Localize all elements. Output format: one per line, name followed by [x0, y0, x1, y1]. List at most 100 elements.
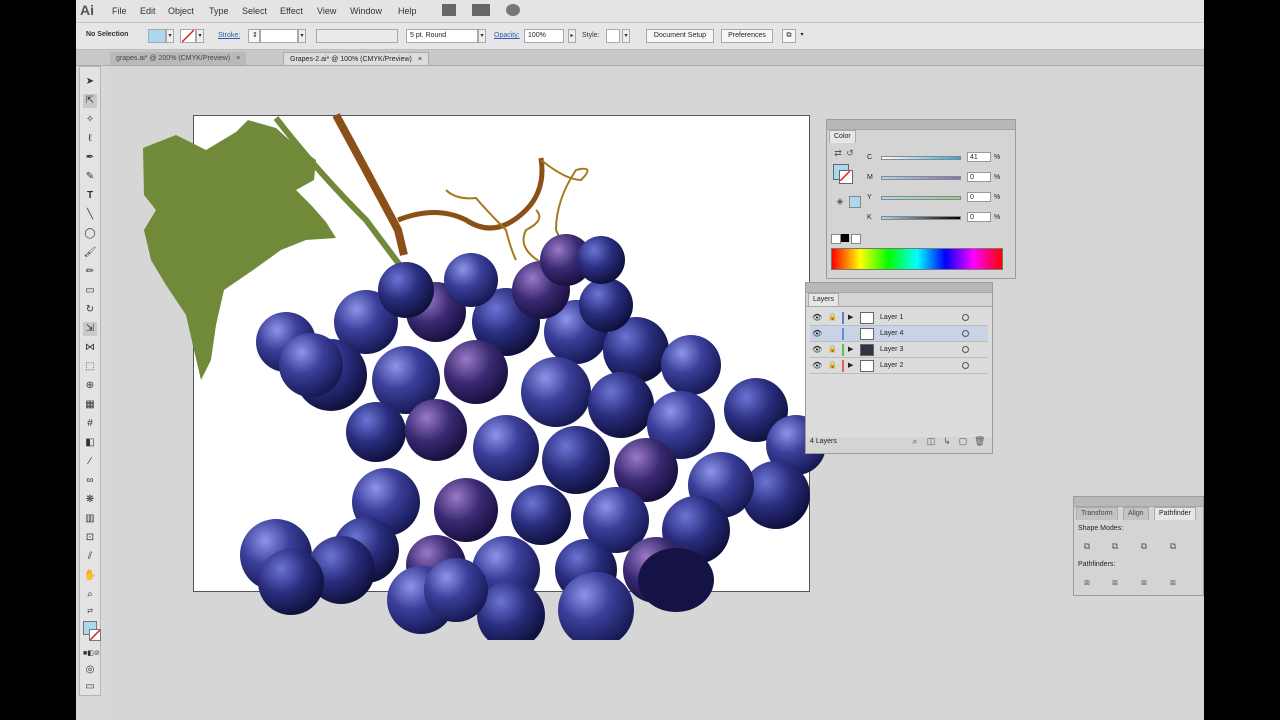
minus-front-icon[interactable]: ⧉ — [1110, 541, 1120, 551]
unite-icon[interactable]: ⧉ — [1082, 541, 1092, 551]
expand-triangle-icon[interactable]: ▶ — [848, 313, 853, 321]
lock-icon[interactable]: 🔒 — [828, 313, 837, 321]
free-transform-tool-icon[interactable]: ⬚ — [83, 360, 97, 374]
expand-triangle-icon[interactable]: ▶ — [848, 345, 853, 353]
yellow-slider[interactable] — [881, 196, 961, 200]
merge-icon[interactable]: ⧈ — [1139, 577, 1149, 587]
intersect-icon[interactable]: ⧉ — [1139, 541, 1149, 551]
stroke-label[interactable]: Stroke: — [218, 32, 240, 39]
bridge-icon[interactable] — [442, 4, 456, 16]
layer-name[interactable]: Layer 2 — [880, 362, 903, 369]
color-panel-titlebar[interactable] — [827, 120, 1015, 130]
blend-tool-icon[interactable]: ∞ — [83, 474, 97, 488]
column-graph-tool-icon[interactable]: ▥ — [83, 512, 97, 526]
default-colors-icon[interactable]: ⇄ — [83, 605, 97, 619]
magic-wand-tool-icon[interactable]: ✧ — [83, 113, 97, 127]
stroke-weight-field[interactable] — [260, 29, 298, 43]
make-clipping-mask-icon[interactable]: ◫ — [926, 436, 936, 446]
layers-panel-titlebar[interactable] — [806, 283, 992, 293]
visibility-eye-icon[interactable]: 👁 — [812, 345, 822, 354]
rotate-tool-icon[interactable]: ↻ — [83, 303, 97, 317]
menu-select[interactable]: Select — [242, 6, 267, 16]
ellipse-tool-icon[interactable]: ◯ — [83, 227, 97, 241]
tab-pathfinder[interactable]: Pathfinder — [1154, 507, 1196, 520]
preferences-button[interactable]: Preferences — [721, 29, 773, 43]
layer-row[interactable]: 👁 🔒 ▶ Layer 2 — [810, 358, 988, 374]
stroke-swatch[interactable] — [180, 29, 196, 43]
zoom-tool-icon[interactable]: ⌕ — [83, 588, 97, 602]
tab-color[interactable]: Color — [829, 130, 856, 143]
lock-icon[interactable]: 🔒 — [828, 345, 837, 353]
stroke-swatch-large[interactable] — [839, 170, 853, 184]
pen-tool-icon[interactable]: ✒ — [83, 151, 97, 165]
cyan-value[interactable]: 41 — [967, 152, 991, 162]
layer-row[interactable]: 👁 🔒 ▶ Layer 3 — [810, 342, 988, 358]
close-icon[interactable]: × — [236, 55, 240, 62]
tab-align[interactable]: Align — [1123, 507, 1149, 520]
grape-artwork[interactable] — [136, 110, 896, 640]
crop-icon[interactable]: ⧈ — [1168, 577, 1178, 587]
menu-effect[interactable]: Effect — [280, 6, 303, 16]
scale-tool-icon[interactable]: ⇲ — [83, 322, 97, 336]
web-safe-swatch[interactable] — [849, 196, 861, 208]
control-menu-dropdown[interactable]: ▾ — [798, 29, 806, 43]
workspace-switcher-icon[interactable] — [506, 4, 520, 16]
black-color-swatch[interactable] — [841, 234, 849, 242]
eraser-tool-icon[interactable]: ▭ — [83, 284, 97, 298]
default-fill-stroke-icon[interactable]: ↺ — [845, 148, 855, 158]
fill-stroke-swap-icon[interactable]: ⇄ — [833, 148, 843, 158]
selection-tool-icon[interactable]: ➤ — [83, 75, 97, 89]
black-slider[interactable] — [881, 216, 961, 220]
menu-type[interactable]: Type — [209, 6, 229, 16]
visibility-eye-icon[interactable]: 👁 — [812, 361, 822, 370]
locate-object-icon[interactable]: ⌕ — [910, 436, 920, 446]
tab-transform[interactable]: Transform — [1076, 507, 1118, 520]
brush-definition[interactable]: 5 pt. Round — [406, 29, 478, 43]
white-color-swatch[interactable] — [851, 234, 861, 244]
arrange-documents-icon[interactable] — [472, 4, 490, 16]
symbol-sprayer-tool-icon[interactable]: ❋ — [83, 493, 97, 507]
new-sublayer-icon[interactable]: ↳ — [942, 436, 952, 446]
hand-tool-icon[interactable]: ✋ — [83, 569, 97, 583]
gradient-tool-icon[interactable]: ◧ — [83, 436, 97, 450]
tab-layers[interactable]: Layers — [808, 293, 840, 306]
paintbrush-tool-icon[interactable]: 🖌 — [83, 246, 97, 260]
layer-name[interactable]: Layer 1 — [880, 314, 903, 321]
opacity-dropdown[interactable]: ▸ — [568, 29, 576, 43]
curvature-tool-icon[interactable]: ✎ — [83, 170, 97, 184]
perspective-grid-tool-icon[interactable]: ▦ — [83, 398, 97, 412]
yellow-value[interactable]: 0 — [967, 192, 991, 202]
menu-view[interactable]: View — [317, 6, 336, 16]
stroke-color-swatch[interactable] — [89, 629, 101, 641]
stroke-weight-dropdown[interactable]: ▾ — [298, 29, 306, 43]
visibility-eye-icon[interactable]: 👁 — [812, 313, 822, 322]
layer-name[interactable]: Layer 3 — [880, 346, 903, 353]
opacity-field[interactable]: 100% — [524, 29, 564, 43]
stroke-weight-stepper[interactable]: ⇕ — [248, 29, 260, 43]
lock-icon[interactable]: 🔒 — [828, 361, 837, 369]
none-color-swatch[interactable] — [831, 234, 841, 244]
artboard-tool-icon[interactable]: ⊡ — [83, 531, 97, 545]
divide-icon[interactable]: ⧈ — [1082, 577, 1092, 587]
layer-row[interactable]: 👁 🔒 ▶ Layer 1 — [810, 310, 988, 326]
shape-builder-tool-icon[interactable]: ⊕ — [83, 379, 97, 393]
tab-grapes-2[interactable]: Grapes-2.ai* @ 100% (CMYK/Preview) × — [283, 52, 429, 65]
variable-width-profile[interactable] — [316, 29, 398, 43]
menu-help[interactable]: Help — [398, 6, 417, 16]
menu-window[interactable]: Window — [350, 6, 382, 16]
target-circle-icon[interactable] — [962, 330, 969, 337]
drawing-mode-icon[interactable]: ◎ — [83, 663, 97, 677]
target-circle-icon[interactable] — [962, 314, 969, 321]
new-layer-icon[interactable]: ▢ — [958, 436, 968, 446]
expand-triangle-icon[interactable]: ▶ — [848, 361, 853, 369]
opacity-label[interactable]: Opacity: — [494, 32, 520, 39]
mesh-tool-icon[interactable]: # — [83, 417, 97, 431]
pencil-tool-icon[interactable]: ✏ — [83, 265, 97, 279]
style-dropdown[interactable]: ▾ — [622, 29, 630, 43]
exclude-icon[interactable]: ⧉ — [1168, 541, 1178, 551]
graphic-style-swatch[interactable] — [606, 29, 620, 43]
menu-edit[interactable]: Edit — [140, 6, 156, 16]
layer-name[interactable]: Layer 4 — [880, 330, 903, 337]
black-value[interactable]: 0 — [967, 212, 991, 222]
arrange-icon[interactable]: ⧉ — [782, 29, 796, 43]
